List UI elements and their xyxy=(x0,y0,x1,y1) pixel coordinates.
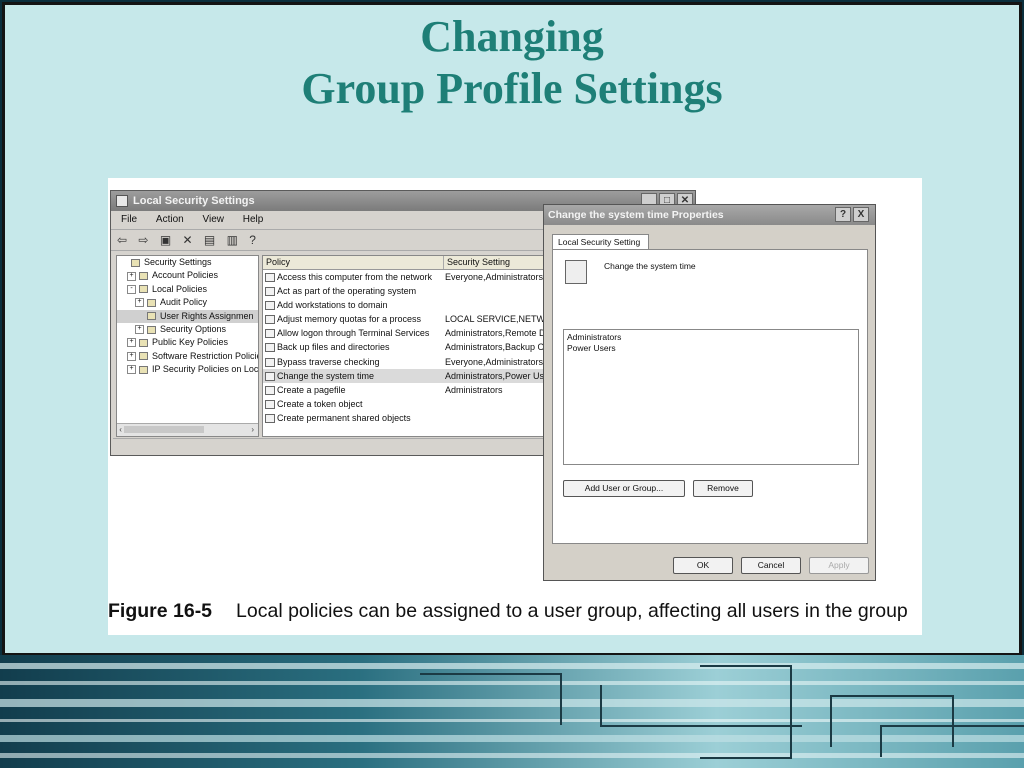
dialog-title: Change the system time Properties xyxy=(548,209,724,221)
caption-label: Figure 16-5 xyxy=(108,600,213,622)
tree-pane[interactable]: Security Settings + Account Policies - Local… xyxy=(116,255,259,437)
folder-icon xyxy=(147,325,156,334)
tree-item[interactable]: + Software Restriction Policie xyxy=(117,350,258,363)
policy-icon xyxy=(265,315,275,325)
tree-item[interactable]: - Local Policies xyxy=(117,283,258,296)
expander-icon[interactable]: + xyxy=(127,271,136,281)
policy-name: Change the system time xyxy=(604,261,696,271)
policy-icon xyxy=(265,343,275,353)
expander-icon[interactable]: + xyxy=(135,298,144,308)
slide-title: Changing Group Profile Settings xyxy=(5,11,1019,115)
figure-caption: Figure 16-5 Local policies can be assigne… xyxy=(108,600,922,623)
tab-body: Change the system time Administrators Po… xyxy=(552,249,868,544)
column-policy[interactable]: Policy xyxy=(263,256,444,269)
policy-name: Bypass traverse checking xyxy=(277,356,380,367)
properties-dialog: Change the system time Properties ? X Lo… xyxy=(543,204,876,581)
delete-icon[interactable]: ✕ xyxy=(183,233,193,247)
tree-item-label: Security Settings xyxy=(144,257,212,267)
menu-action[interactable]: Action xyxy=(156,214,184,225)
slide-frame: Changing Group Profile Settings Local Se… xyxy=(2,2,1022,656)
policy-name: Change the system time xyxy=(277,370,375,381)
tab-local-security-setting[interactable]: Local Security Setting xyxy=(552,234,649,250)
tree-item[interactable]: Security Settings xyxy=(117,256,258,269)
menu-file[interactable]: File xyxy=(121,214,137,225)
policy-name: Add workstations to domain xyxy=(277,300,388,311)
policy-name: Act as part of the operating system xyxy=(277,286,417,297)
properties-icon[interactable]: ▤ xyxy=(204,233,215,247)
tree-scrollbar[interactable]: ‹ › xyxy=(117,423,258,436)
folder-icon xyxy=(139,272,148,281)
tree-item[interactable]: + Security Options xyxy=(117,323,258,336)
policy-icon xyxy=(265,287,275,297)
help-icon[interactable]: ? xyxy=(249,233,256,247)
policy-icon xyxy=(265,413,275,423)
menu-help[interactable]: Help xyxy=(243,214,264,225)
tree-item-label: Public Key Policies xyxy=(152,337,229,348)
expander-icon[interactable]: + xyxy=(135,325,144,335)
main-window-title: Local Security Settings xyxy=(133,195,255,207)
policy-icon xyxy=(265,371,275,381)
dialog-close-icon[interactable]: X xyxy=(853,207,869,222)
policy-icon xyxy=(265,385,275,395)
tree-item[interactable]: + Audit Policy xyxy=(117,296,258,309)
tree-item[interactable]: + IP Security Policies on Loca xyxy=(117,363,258,376)
forward-icon[interactable]: ⇨ xyxy=(138,233,148,247)
policy-name: Create a pagefile xyxy=(277,384,346,395)
folder-icon xyxy=(147,312,156,321)
dialog-help-icon[interactable]: ? xyxy=(835,207,851,222)
tree-item-label: Account Policies xyxy=(152,270,219,281)
policy-name: Adjust memory quotas for a process xyxy=(277,314,422,325)
folder-icon xyxy=(139,338,148,347)
title-line-2: Group Profile Settings xyxy=(301,64,723,113)
expander-icon[interactable]: + xyxy=(127,365,136,375)
policy-icon xyxy=(265,301,275,311)
policy-name: Allow logon through Terminal Services xyxy=(277,328,430,339)
cancel-button[interactable]: Cancel xyxy=(741,557,801,574)
folder-icon xyxy=(139,352,148,361)
apply-button[interactable]: Apply xyxy=(809,557,869,574)
policy-icon xyxy=(565,260,587,284)
tree-item-label: Audit Policy xyxy=(160,297,208,308)
expander-icon[interactable]: + xyxy=(127,338,136,348)
member-item[interactable]: Power Users xyxy=(567,343,855,354)
title-line-1: Changing xyxy=(420,12,604,61)
policy-name: Create a token object xyxy=(277,398,363,409)
add-user-or-group-button[interactable]: Add User or Group... xyxy=(563,480,685,497)
tree-item[interactable]: + Account Policies xyxy=(117,269,258,282)
policy-icon xyxy=(265,273,275,282)
expander-icon[interactable]: - xyxy=(127,284,136,294)
member-item[interactable]: Administrators xyxy=(567,332,855,343)
folder-icon xyxy=(131,258,140,267)
back-icon[interactable]: ⇦ xyxy=(117,233,127,247)
dialog-titlebar: Change the system time Properties ? X xyxy=(544,205,875,225)
caption-text: Local policies can be assigned to a user… xyxy=(236,600,908,622)
policy-name: Create permanent shared objects xyxy=(277,412,411,423)
tree-item[interactable]: + Public Key Policies xyxy=(117,336,258,349)
tree-item-label: User Rights Assignmen xyxy=(160,310,254,321)
policy-name: Access this computer from the network xyxy=(277,272,433,282)
policy-icon xyxy=(265,399,275,409)
policy-name: Back up files and directories xyxy=(277,342,390,353)
policy-icon xyxy=(265,329,275,339)
folder-icon xyxy=(139,365,148,374)
menu-view[interactable]: View xyxy=(202,214,224,225)
up-folder-icon[interactable]: ▣ xyxy=(160,233,171,247)
decorative-banner xyxy=(0,655,1024,768)
tree-item-label: Security Options xyxy=(160,323,227,334)
export-icon[interactable]: ▥ xyxy=(227,233,238,247)
tree-item-label: Software Restriction Policie xyxy=(152,350,259,361)
figure: Local Security Settings _ □ ✕ File Actio… xyxy=(108,178,922,635)
ok-button[interactable]: OK xyxy=(673,557,733,574)
app-icon xyxy=(116,195,128,207)
tree-item[interactable]: User Rights Assignmen xyxy=(117,309,258,323)
remove-button[interactable]: Remove xyxy=(693,480,753,497)
folder-icon xyxy=(147,298,156,307)
folder-icon xyxy=(139,285,148,294)
expander-icon[interactable]: + xyxy=(127,351,136,361)
tree-item-label: Local Policies xyxy=(152,283,208,294)
policy-icon xyxy=(265,357,275,367)
members-list[interactable]: Administrators Power Users xyxy=(563,329,859,465)
tree-item-label: IP Security Policies on Loca xyxy=(152,364,259,375)
